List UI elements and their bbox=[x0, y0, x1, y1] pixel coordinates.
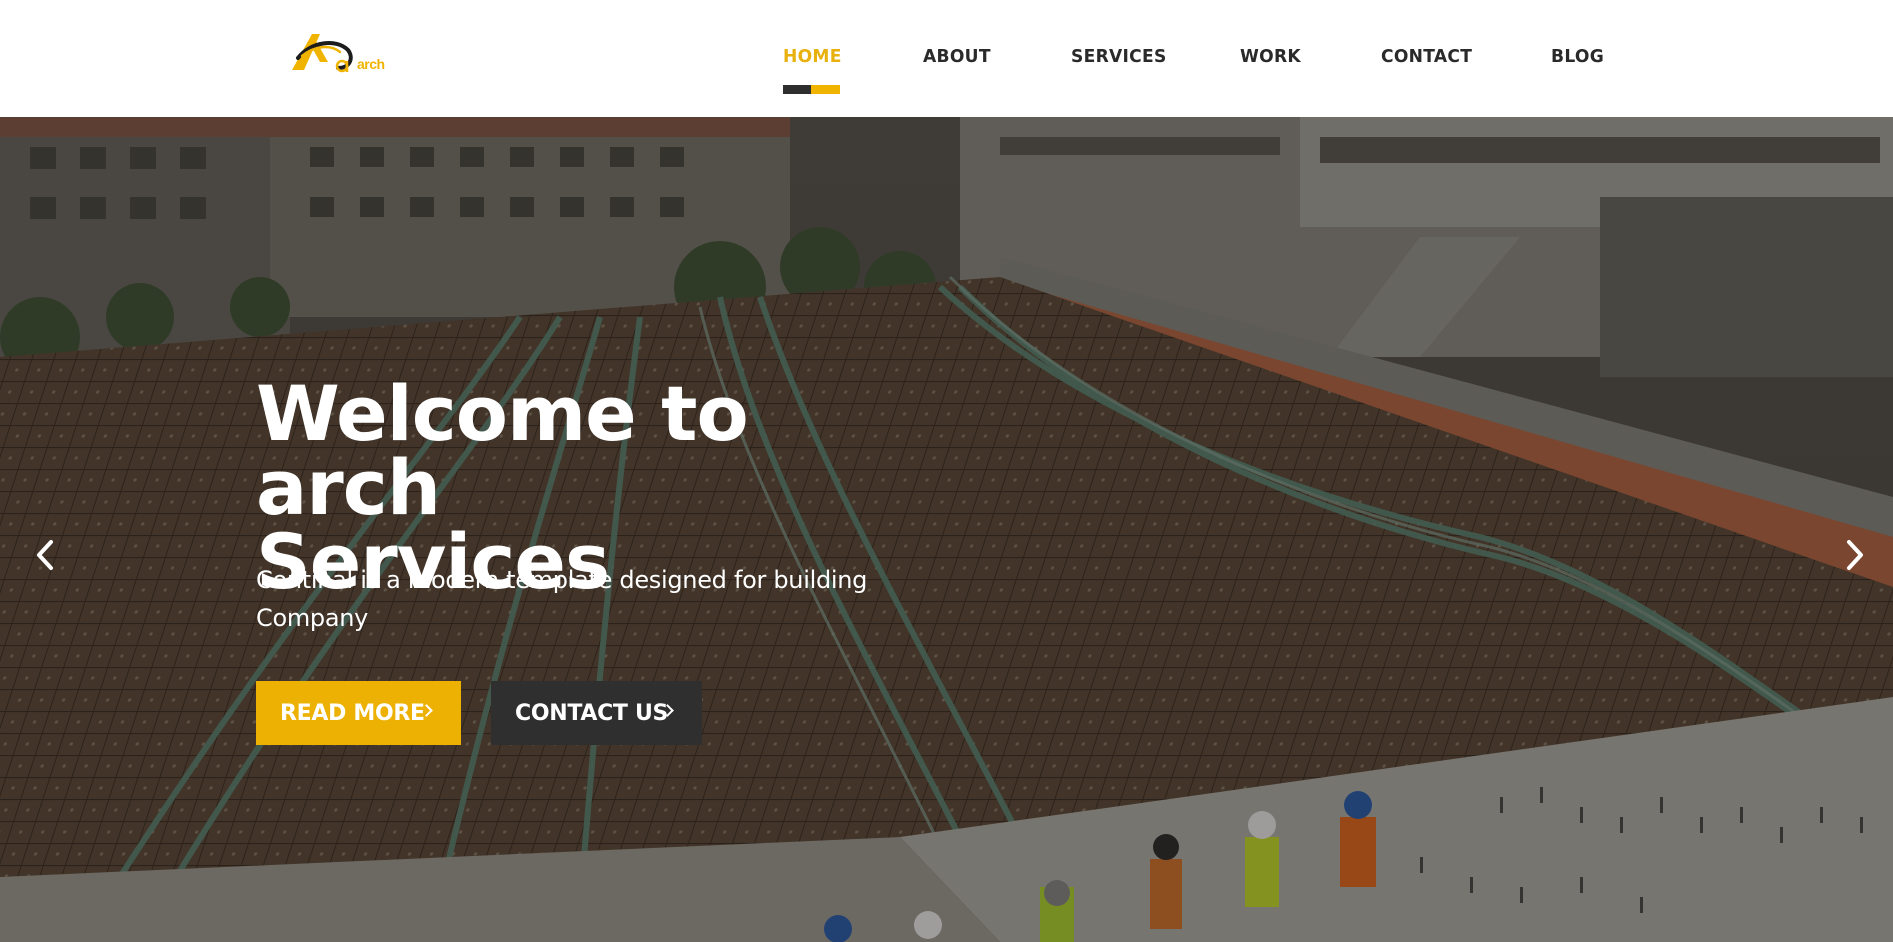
read-more-label: READ MORE bbox=[280, 700, 425, 726]
chevron-right-icon bbox=[1847, 540, 1863, 570]
hero-subtitle-line-1: Continal is a modern template designed f… bbox=[256, 566, 868, 594]
slider-next-button[interactable] bbox=[1836, 537, 1872, 573]
hero-title-line-1: Welcome to arch bbox=[256, 369, 749, 532]
nav-home[interactable]: HOME bbox=[783, 46, 842, 67]
hero-slider: Welcome to arch Services Continal is a m… bbox=[0, 117, 1893, 942]
hero-subtitle: Continal is a modern template designed f… bbox=[256, 561, 876, 637]
nav-about[interactable]: ABOUT bbox=[923, 46, 991, 67]
contact-us-button[interactable]: CONTACT US bbox=[491, 681, 702, 745]
contact-us-label: CONTACT US bbox=[515, 700, 669, 726]
site-header: arch HOME ABOUT SERVICES WORK CONTACT BL… bbox=[0, 0, 1893, 117]
logo-wordmark: arch bbox=[357, 56, 385, 72]
brand-logo[interactable]: arch bbox=[290, 28, 400, 78]
nav-work[interactable]: WORK bbox=[1240, 46, 1301, 67]
read-more-button[interactable]: READ MORE bbox=[256, 681, 461, 745]
active-nav-indicator bbox=[783, 85, 840, 94]
hero-subtitle-line-2: Company bbox=[256, 604, 369, 632]
chevron-left-icon bbox=[37, 540, 53, 570]
nav-services[interactable]: SERVICES bbox=[1071, 46, 1167, 67]
nav-contact[interactable]: CONTACT bbox=[1381, 46, 1472, 67]
slider-prev-button[interactable] bbox=[28, 537, 64, 573]
nav-blog[interactable]: BLOG bbox=[1551, 46, 1604, 67]
